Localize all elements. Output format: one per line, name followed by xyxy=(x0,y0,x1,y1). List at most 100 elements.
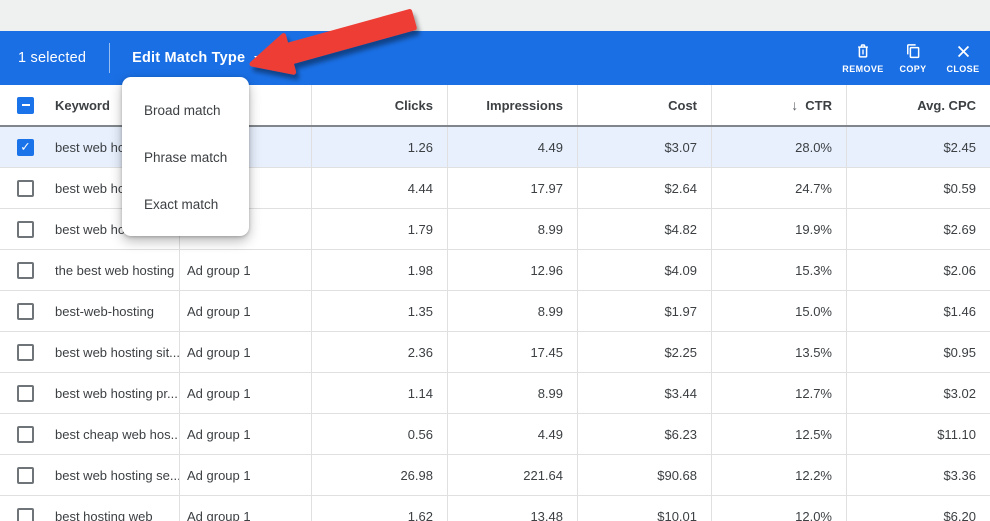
row-checkbox-cell xyxy=(0,209,40,249)
copy-label: COPY xyxy=(899,64,927,74)
clicks-cell: 2.36 xyxy=(311,332,447,372)
close-button[interactable]: CLOSE xyxy=(938,31,988,85)
ctr-cell: 13.5% xyxy=(711,332,846,372)
ad-group-cell: Ad group 1 xyxy=(179,496,311,521)
ctr-cell: 12.5% xyxy=(711,414,846,454)
row-checkbox[interactable] xyxy=(17,466,34,484)
keyword-cell[interactable]: best web hosting pr... xyxy=(40,373,179,413)
keyword-cell[interactable]: best-web-hosting xyxy=(40,291,179,331)
row-checkbox[interactable] xyxy=(17,179,34,197)
header-ctr-label: CTR xyxy=(805,97,832,113)
avg-cpc-cell: $3.02 xyxy=(846,373,990,413)
row-checkbox-cell xyxy=(0,414,40,454)
avg-cpc-cell: $0.59 xyxy=(846,168,990,208)
copy-button[interactable]: COPY xyxy=(888,31,938,85)
impressions-cell: 4.49 xyxy=(447,414,577,454)
row-checkbox-cell xyxy=(0,455,40,495)
menu-item-broad-match[interactable]: Broad match xyxy=(122,87,249,134)
edit-match-type-label: Edit Match Type xyxy=(132,50,246,66)
avg-cpc-cell: $1.46 xyxy=(846,291,990,331)
row-checkbox-cell xyxy=(0,250,40,290)
impressions-cell: 17.97 xyxy=(447,168,577,208)
cost-cell: $2.25 xyxy=(577,332,711,372)
impressions-cell: 221.64 xyxy=(447,455,577,495)
ad-group-cell: Ad group 1 xyxy=(179,332,311,372)
cost-cell: $1.97 xyxy=(577,291,711,331)
table-row[interactable]: best web hosting se... Ad group 1 26.98 … xyxy=(0,455,990,496)
avg-cpc-cell: $2.06 xyxy=(846,250,990,290)
cost-cell: $3.07 xyxy=(577,127,711,167)
row-checkbox-cell xyxy=(0,168,40,208)
clicks-cell: 26.98 xyxy=(311,455,447,495)
ctr-cell: 12.0% xyxy=(711,496,846,521)
match-type-menu: Broad match Phrase match Exact match xyxy=(122,77,249,236)
row-checkbox[interactable] xyxy=(17,343,34,361)
table-row[interactable]: best web hosting sit... Ad group 1 2.36 … xyxy=(0,332,990,373)
ad-group-cell: Ad group 1 xyxy=(179,373,311,413)
cost-cell: $2.64 xyxy=(577,168,711,208)
row-checkbox[interactable] xyxy=(17,261,34,279)
avg-cpc-cell: $2.45 xyxy=(846,127,990,167)
avg-cpc-cell: $3.36 xyxy=(846,455,990,495)
clicks-cell: 0.56 xyxy=(311,414,447,454)
ctr-cell: 12.7% xyxy=(711,373,846,413)
action-bar-right: REMOVE COPY CLOSE xyxy=(838,31,988,85)
cost-cell: $10.01 xyxy=(577,496,711,521)
close-icon xyxy=(955,43,972,60)
keywords-bulk-edit-screen: 1 selected Edit Match Type REMOVE COPY C… xyxy=(0,0,990,521)
keyword-cell[interactable]: best hosting web xyxy=(40,496,179,521)
clicks-cell: 1.14 xyxy=(311,373,447,413)
edit-match-type-button[interactable]: Edit Match Type xyxy=(132,50,265,66)
menu-item-phrase-match[interactable]: Phrase match xyxy=(122,134,249,181)
header-avg-cpc[interactable]: Avg. CPC xyxy=(846,85,990,125)
keyword-cell[interactable]: the best web hosting xyxy=(40,250,179,290)
clicks-cell: 1.79 xyxy=(311,209,447,249)
keyword-cell[interactable]: best web hosting sit... xyxy=(40,332,179,372)
impressions-cell: 8.99 xyxy=(447,373,577,413)
clicks-cell: 1.98 xyxy=(311,250,447,290)
row-checkbox-cell xyxy=(0,291,40,331)
table-row[interactable]: the best web hosting Ad group 1 1.98 12.… xyxy=(0,250,990,291)
cost-cell: $4.09 xyxy=(577,250,711,290)
row-checkbox-cell xyxy=(0,332,40,372)
page-background-strip xyxy=(0,0,990,31)
impressions-cell: 12.96 xyxy=(447,250,577,290)
cost-cell: $4.82 xyxy=(577,209,711,249)
table-row[interactable]: best-web-hosting Ad group 1 1.35 8.99 $1… xyxy=(0,291,990,332)
header-cost[interactable]: Cost xyxy=(577,85,711,125)
ctr-cell: 12.2% xyxy=(711,455,846,495)
avg-cpc-cell: $6.20 xyxy=(846,496,990,521)
ctr-cell: 19.9% xyxy=(711,209,846,249)
selected-count: 1 selected xyxy=(18,50,87,66)
table-row[interactable]: best web hosting pr... Ad group 1 1.14 8… xyxy=(0,373,990,414)
row-checkbox[interactable] xyxy=(17,220,34,238)
trash-icon xyxy=(854,42,872,60)
select-all-checkbox[interactable] xyxy=(17,96,34,114)
row-checkbox-cell xyxy=(0,496,40,521)
avg-cpc-cell: $0.95 xyxy=(846,332,990,372)
cost-cell: $90.68 xyxy=(577,455,711,495)
row-checkbox-cell xyxy=(0,127,40,167)
row-checkbox[interactable] xyxy=(17,138,34,156)
keyword-cell[interactable]: best cheap web hos... xyxy=(40,414,179,454)
row-checkbox[interactable] xyxy=(17,384,34,402)
remove-button[interactable]: REMOVE xyxy=(838,31,888,85)
table-row[interactable]: best cheap web hos... Ad group 1 0.56 4.… xyxy=(0,414,990,455)
row-checkbox[interactable] xyxy=(17,302,34,320)
menu-item-exact-match[interactable]: Exact match xyxy=(122,181,249,228)
header-checkbox-cell xyxy=(0,85,40,125)
table-row[interactable]: best hosting web Ad group 1 1.62 13.48 $… xyxy=(0,496,990,521)
cost-cell: $6.23 xyxy=(577,414,711,454)
ad-group-cell: Ad group 1 xyxy=(179,455,311,495)
keyword-cell[interactable]: best web hosting se... xyxy=(40,455,179,495)
ctr-cell: 28.0% xyxy=(711,127,846,167)
row-checkbox[interactable] xyxy=(17,507,34,521)
ad-group-cell: Ad group 1 xyxy=(179,414,311,454)
row-checkbox[interactable] xyxy=(17,425,34,443)
copy-icon xyxy=(904,42,922,60)
header-clicks[interactable]: Clicks xyxy=(311,85,447,125)
header-impressions[interactable]: Impressions xyxy=(447,85,577,125)
header-ctr[interactable]: ↓ CTR xyxy=(711,85,846,125)
chevron-down-icon xyxy=(254,56,265,62)
impressions-cell: 8.99 xyxy=(447,209,577,249)
